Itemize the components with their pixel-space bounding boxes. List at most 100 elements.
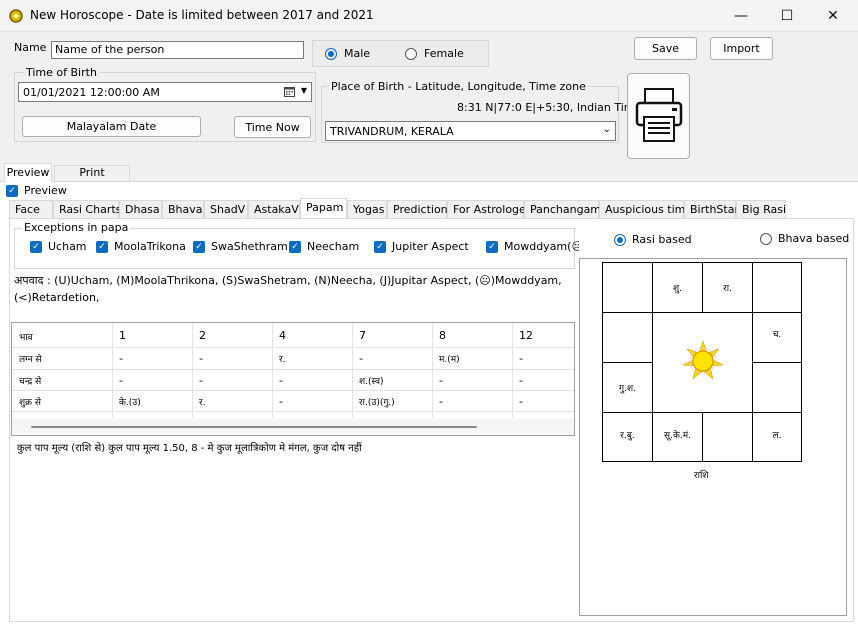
table-cell: र. [279,355,286,365]
tab-birthstar[interactable]: BirthStar [684,200,739,218]
preview-checkbox-label: Preview [24,184,67,197]
rasi-cell [702,412,753,462]
tab-big-rasi[interactable]: Big Rasi [736,200,786,218]
tab-face[interactable]: Face [9,200,53,218]
female-label: Female [424,47,464,60]
table-cell: - [199,374,203,387]
tab-prediction[interactable]: Prediction [387,200,448,218]
legend-line-2: (<)Retardetion, [14,291,100,304]
printer-icon [635,87,683,146]
window-title: New Horoscope - Date is limited between … [30,8,374,22]
rasi-chart-caption: राशि [694,471,709,481]
table-cell: - [439,395,443,408]
table-cell: - [519,374,523,387]
malayalam-date-button[interactable]: Malayalam Date [22,116,201,137]
app-logo-icon [8,8,24,24]
tab-preview[interactable]: Preview [4,163,52,182]
table-cell: के.(उ) [119,398,141,408]
rasi-based-label: Rasi based [632,233,692,246]
preview-checkbox[interactable]: ✓ [6,185,18,197]
tab-shadv[interactable]: ShadV [204,200,248,218]
table-row: लग्न से - - र. - म.(म) - [12,347,574,370]
tab-panchangam[interactable]: Panchangam [524,200,601,218]
rasi-cell: ल. [752,412,802,462]
print-button[interactable] [627,73,690,159]
rasi-chart-center [652,312,753,413]
rasi-cell: र.बु. [602,412,653,462]
bhava-based-radio[interactable] [760,233,772,245]
jupiter-aspect-checkbox[interactable]: ✓ [374,241,386,253]
import-button[interactable]: Import [710,37,773,60]
place-dropdown[interactable]: TRIVANDRUM, KERALA ⌄ [325,121,616,141]
rasi-cell: सू.के.मं. [652,412,703,462]
male-radio[interactable] [325,48,337,60]
tab-papam[interactable]: Papam [300,198,347,218]
ucham-label: Ucham [48,240,87,253]
moolatrikona-checkbox[interactable]: ✓ [96,241,108,253]
mowddyam-checkbox[interactable]: ✓ [486,241,498,253]
female-radio[interactable] [405,48,417,60]
table-header-row: भाव 1 2 4 7 8 12 [12,323,574,348]
tab-bhava[interactable]: Bhava [162,200,204,218]
rasi-cell [752,362,802,413]
rasi-cell: रा. [702,262,753,313]
tab-for-astrologer[interactable]: For Astrologer [447,200,530,218]
table-cell: श.(स्व) [359,377,384,387]
tab-yogas[interactable]: Yogas [347,200,387,218]
header-cell: 4 [279,329,286,342]
row-label: शुक्र से [19,398,41,408]
tab-auspicious-time[interactable]: Auspicious time [599,200,692,218]
papam-summary: कुल पाप मूल्य (राशि से) कुल पाप मूल्य 1.… [17,443,362,454]
maximize-button[interactable]: ☐ [764,0,810,31]
header-cell: 8 [439,329,446,342]
ucham-checkbox[interactable]: ✓ [30,241,42,253]
header-cell: 2 [199,329,206,342]
legend-line-1: अपवाद : (U)Ucham, (M)MoolaThrikona, (S)S… [14,274,562,287]
horizontal-scrollbar[interactable] [12,419,574,435]
table-cell: - [359,352,363,365]
table-cell: - [119,352,123,365]
chevron-down-icon[interactable]: ⌄ [603,124,611,135]
table-row: शुक्र से के.(उ) र. - रा.(उ)(गु.) - - [12,390,574,412]
name-field[interactable]: Name of the person [51,41,304,59]
save-button[interactable]: Save [634,37,697,60]
rasi-cell [602,312,653,363]
header-cell: 12 [519,329,533,342]
table-cell: - [439,374,443,387]
moolatrikona-label: MoolaTrikona [114,240,186,253]
place-label: Place of Birth - Latitude, Longitude, Ti… [329,80,588,93]
inner-tab-strip: Face Rasi Charts Dhasa Bhava ShadV Astak… [9,198,854,218]
table-cell: - [519,352,523,365]
time-of-birth-label: Time of Birth [24,66,99,79]
tab-print-contents[interactable]: Print Contents [54,165,130,193]
rasi-cell: शु. [652,262,703,313]
chevron-down-icon[interactable]: ▼ [301,86,307,95]
calendar-icon[interactable] [284,86,295,100]
rasi-cell [752,262,802,313]
header-cell: 1 [119,329,126,342]
tab-astakav[interactable]: AstakaV [248,200,300,218]
table-cell: म.(म) [439,355,460,365]
male-label: Male [344,47,371,60]
scrollbar-thumb[interactable] [31,426,477,428]
table-cell: - [279,374,283,387]
table-cell: रा.(उ)(गु.) [359,398,395,408]
tab-dhasa[interactable]: Dhasa [119,200,162,218]
close-button[interactable]: ✕ [810,0,856,31]
datetime-picker[interactable]: 01/01/2021 12:00:00 AM ▼ [18,82,312,102]
rasi-chart: शु. रा. च. गु.श. र.बु. सू.के.मं. ल. [602,262,802,462]
rasi-based-radio[interactable] [614,234,626,246]
swashethram-label: SwaShethram [211,240,288,253]
header-cell: 7 [359,329,366,342]
table-cell: - [279,395,283,408]
jupiter-aspect-label: Jupiter Aspect [392,240,469,253]
minimize-button[interactable]: — [718,0,764,31]
exceptions-label: Exceptions in papa [22,221,131,234]
swashethram-checkbox[interactable]: ✓ [193,241,205,253]
neecham-checkbox[interactable]: ✓ [289,241,301,253]
tab-rasi-charts[interactable]: Rasi Charts [53,200,121,218]
time-now-button[interactable]: Time Now [234,116,311,138]
neecham-label: Neecham [307,240,360,253]
table-cell: - [119,374,123,387]
bhava-based-label: Bhava based [778,232,850,245]
